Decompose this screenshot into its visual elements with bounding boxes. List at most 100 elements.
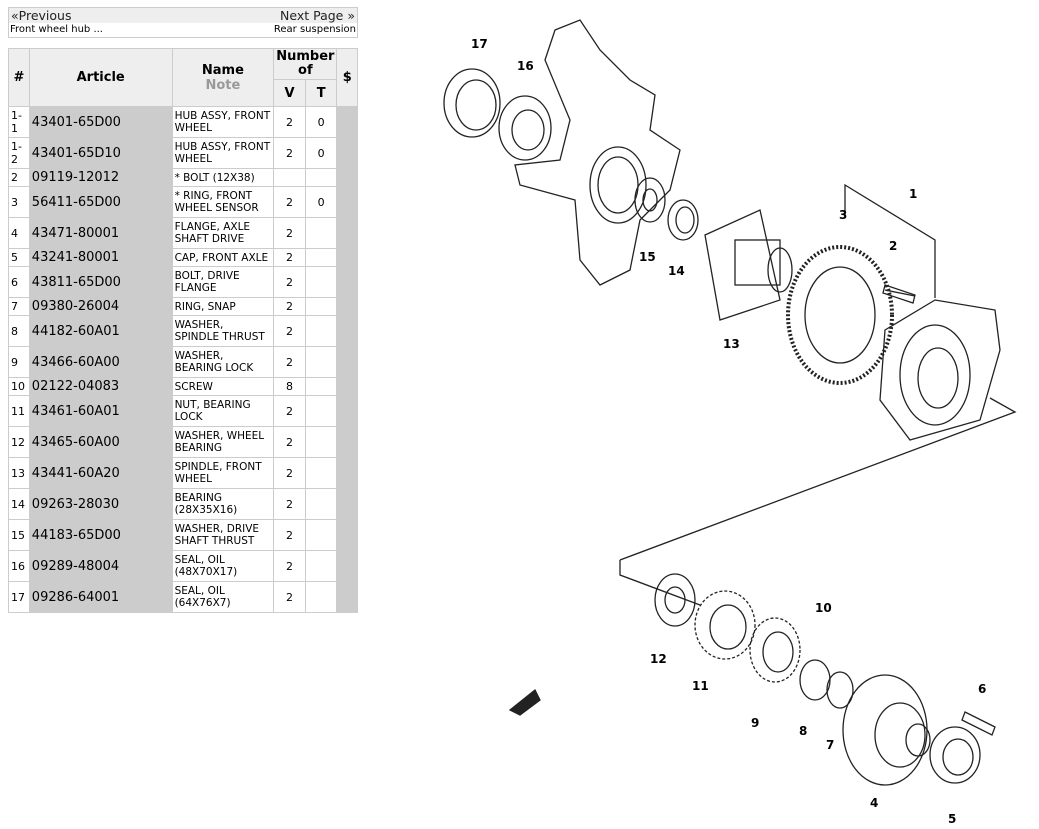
- row-number: 13: [8, 457, 30, 489]
- article-number[interactable]: 02122-04083: [28, 377, 173, 396]
- callout-12: 12: [650, 652, 667, 666]
- next-page-link[interactable]: Next Page »: [280, 8, 355, 23]
- article-number[interactable]: 43465-60A00: [28, 426, 173, 458]
- part-name: WASHER, BEARING LOCK: [171, 346, 275, 378]
- row-number: 1-1: [8, 106, 30, 138]
- callout-16: 16: [517, 59, 534, 73]
- price-cell: [336, 248, 358, 267]
- price-cell: [336, 168, 358, 187]
- article-number[interactable]: 56411-65D00: [28, 186, 173, 218]
- quantity-v: 2: [273, 457, 306, 489]
- price-cell: [336, 519, 358, 551]
- lock-washer-9: [749, 617, 801, 683]
- quantity-v: 2: [273, 581, 306, 613]
- part-name: WASHER, WHEEL BEARING: [171, 426, 275, 458]
- row-number: 11: [8, 395, 30, 427]
- quantity-v: 8: [273, 377, 306, 396]
- quantity-t: [304, 395, 338, 427]
- price-cell: [336, 315, 358, 347]
- quantity-t: [304, 377, 338, 396]
- article-number[interactable]: 43401-65D10: [28, 137, 173, 169]
- seal-17: [443, 68, 501, 138]
- previous-link[interactable]: «Previous: [11, 8, 71, 23]
- quantity-v: [273, 168, 306, 187]
- table-row: 3 56411-65D00 * RING, FRONT WHEEL SENSOR 2 0: [8, 186, 358, 218]
- part-name: CAP, FRONT AXLE: [171, 248, 275, 267]
- flange-4: [842, 674, 931, 786]
- article-number[interactable]: 44183-65D00: [28, 519, 173, 551]
- table-row: 1-1 43401-65D00 HUB ASSY, FRONT WHEEL 2 0: [8, 106, 358, 138]
- part-name: NUT, BEARING LOCK: [171, 395, 275, 427]
- table-row: 7 09380-26004 RING, SNAP 2: [8, 297, 358, 316]
- article-number[interactable]: 09380-26004: [28, 297, 173, 316]
- article-number[interactable]: 44182-60A01: [28, 315, 173, 347]
- article-number[interactable]: 09263-28030: [28, 488, 173, 520]
- table-row: 15 44183-65D00 WASHER, DRIVE SHAFT THRUST 2: [8, 519, 358, 551]
- quantity-t: [304, 248, 338, 267]
- row-number: 16: [8, 550, 30, 582]
- callout-8: 8: [799, 724, 807, 738]
- col-v: V: [273, 79, 306, 107]
- article-number[interactable]: 09119-12012: [28, 168, 173, 187]
- callout-5: 5: [948, 812, 956, 826]
- name-header: Name: [201, 62, 244, 78]
- article-number[interactable]: 09286-64001: [28, 581, 173, 613]
- previous-title[interactable]: Front wheel hub ...: [10, 23, 103, 37]
- article-number[interactable]: 43241-80001: [28, 248, 173, 267]
- part-name: WASHER, SPINDLE THRUST: [171, 315, 275, 347]
- col-name: Name Note: [171, 48, 275, 107]
- price-cell: [336, 457, 358, 489]
- part-name: SPINDLE, FRONT WHEEL: [171, 457, 275, 489]
- washer-12: [654, 573, 696, 627]
- quantity-t: [304, 346, 338, 378]
- col-t: T: [304, 79, 338, 107]
- knuckle-drawing: [514, 19, 681, 286]
- quantity-t: 0: [304, 186, 338, 218]
- cap-5: [929, 726, 981, 784]
- row-number: 4: [8, 217, 30, 249]
- article-number[interactable]: 09289-48004: [28, 550, 173, 582]
- hub-1: [879, 289, 1001, 441]
- bolt-2: [882, 284, 916, 304]
- article-number[interactable]: 43401-65D00: [28, 106, 173, 138]
- price-cell: [336, 137, 358, 169]
- price-cell: [336, 217, 358, 249]
- table-row: 14 09263-28030 BEARING (28X35X16) 2: [8, 488, 358, 520]
- article-number[interactable]: 43811-65D00: [28, 266, 173, 298]
- callout-10: 10: [815, 601, 832, 615]
- part-name: SEAL, OIL (48X70X17): [171, 550, 275, 582]
- table-row: 2 09119-12012 * BOLT (12X38): [8, 168, 358, 187]
- callout-15: 15: [639, 250, 656, 264]
- article-number[interactable]: 43471-80001: [28, 217, 173, 249]
- part-name: RING, SNAP: [171, 297, 275, 316]
- quantity-t: [304, 168, 338, 187]
- callout-6: 6: [978, 682, 986, 696]
- price-cell: [336, 581, 358, 613]
- row-number: 8: [8, 315, 30, 347]
- article-number[interactable]: 43461-60A01: [28, 395, 173, 427]
- article-number[interactable]: 43466-60A00: [28, 346, 173, 378]
- table-row: 10 02122-04083 SCREW 8: [8, 377, 358, 396]
- table-row: 8 44182-60A01 WASHER, SPINDLE THRUST 2: [8, 315, 358, 347]
- quantity-v: 2: [273, 395, 306, 427]
- quantity-v: 2: [273, 137, 306, 169]
- quantity-t: [304, 581, 338, 613]
- quantity-v: 2: [273, 217, 306, 249]
- washer-8: [799, 659, 831, 701]
- col-num: #: [8, 48, 30, 107]
- article-number[interactable]: 43441-60A20: [28, 457, 173, 489]
- quantity-t: [304, 426, 338, 458]
- row-number: 7: [8, 297, 30, 316]
- callout-3: 3: [839, 208, 847, 222]
- next-title[interactable]: Rear suspension: [274, 23, 356, 37]
- price-cell: [336, 297, 358, 316]
- part-name: BOLT, DRIVE FLANGE: [171, 266, 275, 298]
- row-number: 2: [8, 168, 30, 187]
- part-name: FLANGE, AXLE SHAFT DRIVE: [171, 217, 275, 249]
- quantity-t: [304, 519, 338, 551]
- nut-11: [694, 590, 756, 660]
- quantity-v: 2: [273, 106, 306, 138]
- quantity-t: [304, 266, 338, 298]
- price-cell: [336, 346, 358, 378]
- callout-1: 1: [909, 187, 917, 201]
